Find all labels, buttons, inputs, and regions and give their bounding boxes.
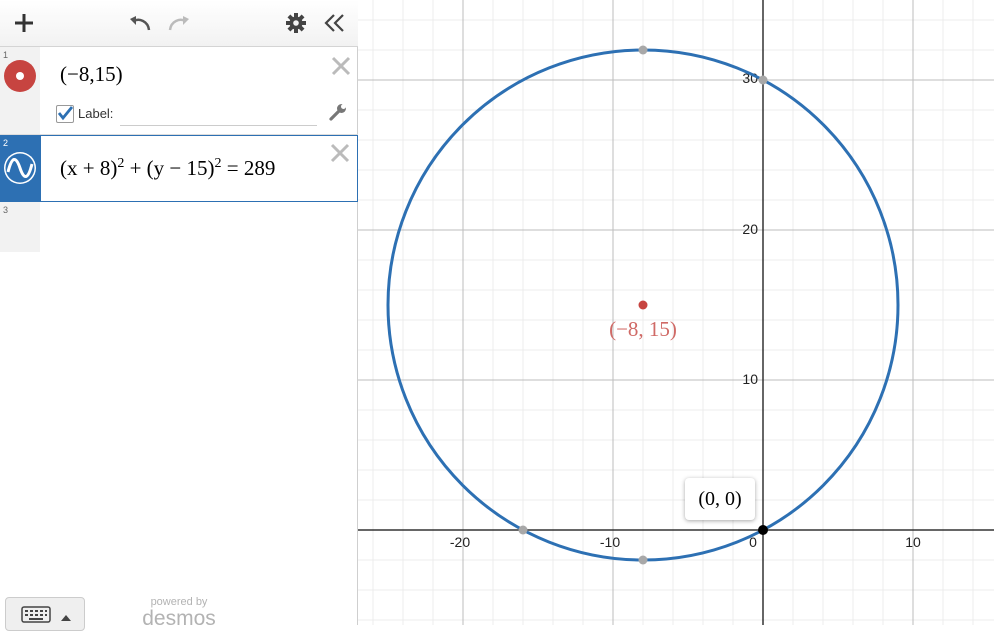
wrench-icon[interactable] [328, 102, 348, 122]
expression-row-1[interactable]: 1 (−8,15) Label: [0, 47, 358, 135]
settings-button[interactable] [281, 9, 311, 37]
expression-gutter: 2 [0, 135, 41, 202]
x-tick-labels: -20 -10 0 10 [450, 534, 921, 550]
keyboard-icon [21, 606, 51, 623]
point-of-interest[interactable] [518, 525, 528, 535]
undo-icon [130, 16, 151, 31]
expression-index: 2 [3, 138, 9, 148]
label-checkbox[interactable] [56, 105, 74, 123]
expression-gutter: 1 [0, 47, 40, 134]
point-of-interest[interactable] [638, 555, 648, 565]
y-tick-label: 20 [742, 221, 758, 237]
add-expression-button[interactable] [9, 9, 39, 37]
expression-toolbar [0, 0, 358, 47]
redo-icon [168, 16, 189, 31]
collapse-sidebar-button[interactable] [319, 9, 349, 37]
close-icon[interactable] [330, 55, 352, 77]
y-tick-label: 10 [742, 371, 758, 387]
label-caption: Label: [78, 106, 114, 121]
undo-button[interactable] [125, 9, 155, 37]
x-tick-label: -20 [450, 534, 470, 550]
desmos-logo: desmos [142, 607, 216, 630]
wave-icon[interactable] [3, 151, 37, 185]
center-point[interactable] [638, 300, 648, 310]
gear-icon [286, 13, 306, 33]
point-icon[interactable] [3, 59, 37, 93]
coordinate-tooltip: (0, 0) [685, 478, 755, 520]
x-tick-label: -10 [600, 534, 620, 550]
expression-row-2[interactable]: 2 (x + 8)2 + (y − 15)2 = 289 [0, 135, 358, 202]
graph-canvas[interactable]: -20 -10 0 10 10 20 30 (−8, 15) [358, 0, 994, 625]
close-icon[interactable] [329, 142, 351, 164]
origin-point[interactable] [758, 525, 768, 535]
label-input[interactable] [120, 107, 317, 126]
caret-up-icon [61, 615, 71, 621]
point-of-interest[interactable] [638, 45, 648, 55]
expression-gutter: 3 [0, 202, 40, 252]
checkmark-icon [57, 106, 74, 121]
keyboard-toggle-button[interactable] [5, 597, 85, 631]
expression-list-panel: 1 (−8,15) Label: 2 (x + 8)2 + (y − 15)2 … [0, 0, 358, 631]
equation-part-b: + (y − 15) [124, 156, 215, 180]
plus-icon [15, 14, 33, 32]
x-tick-label: 10 [905, 534, 921, 550]
redo-button[interactable] [164, 9, 194, 37]
equation-part-a: (x + 8) [60, 156, 118, 180]
point-of-interest[interactable] [758, 75, 768, 85]
y-tick-labels: 10 20 30 [742, 70, 758, 387]
expression-input[interactable]: (x + 8)2 + (y − 15)2 = 289 [60, 156, 275, 181]
center-point-label: (−8, 15) [609, 317, 677, 341]
equation-part-c: = 289 [221, 156, 276, 180]
equation-exponent: 2 [214, 156, 222, 171]
expression-row-3[interactable]: 3 [0, 202, 358, 252]
expression-index: 3 [3, 205, 9, 215]
expression-input[interactable]: (−8,15) [60, 62, 123, 87]
double-chevron-left-icon [324, 14, 344, 32]
